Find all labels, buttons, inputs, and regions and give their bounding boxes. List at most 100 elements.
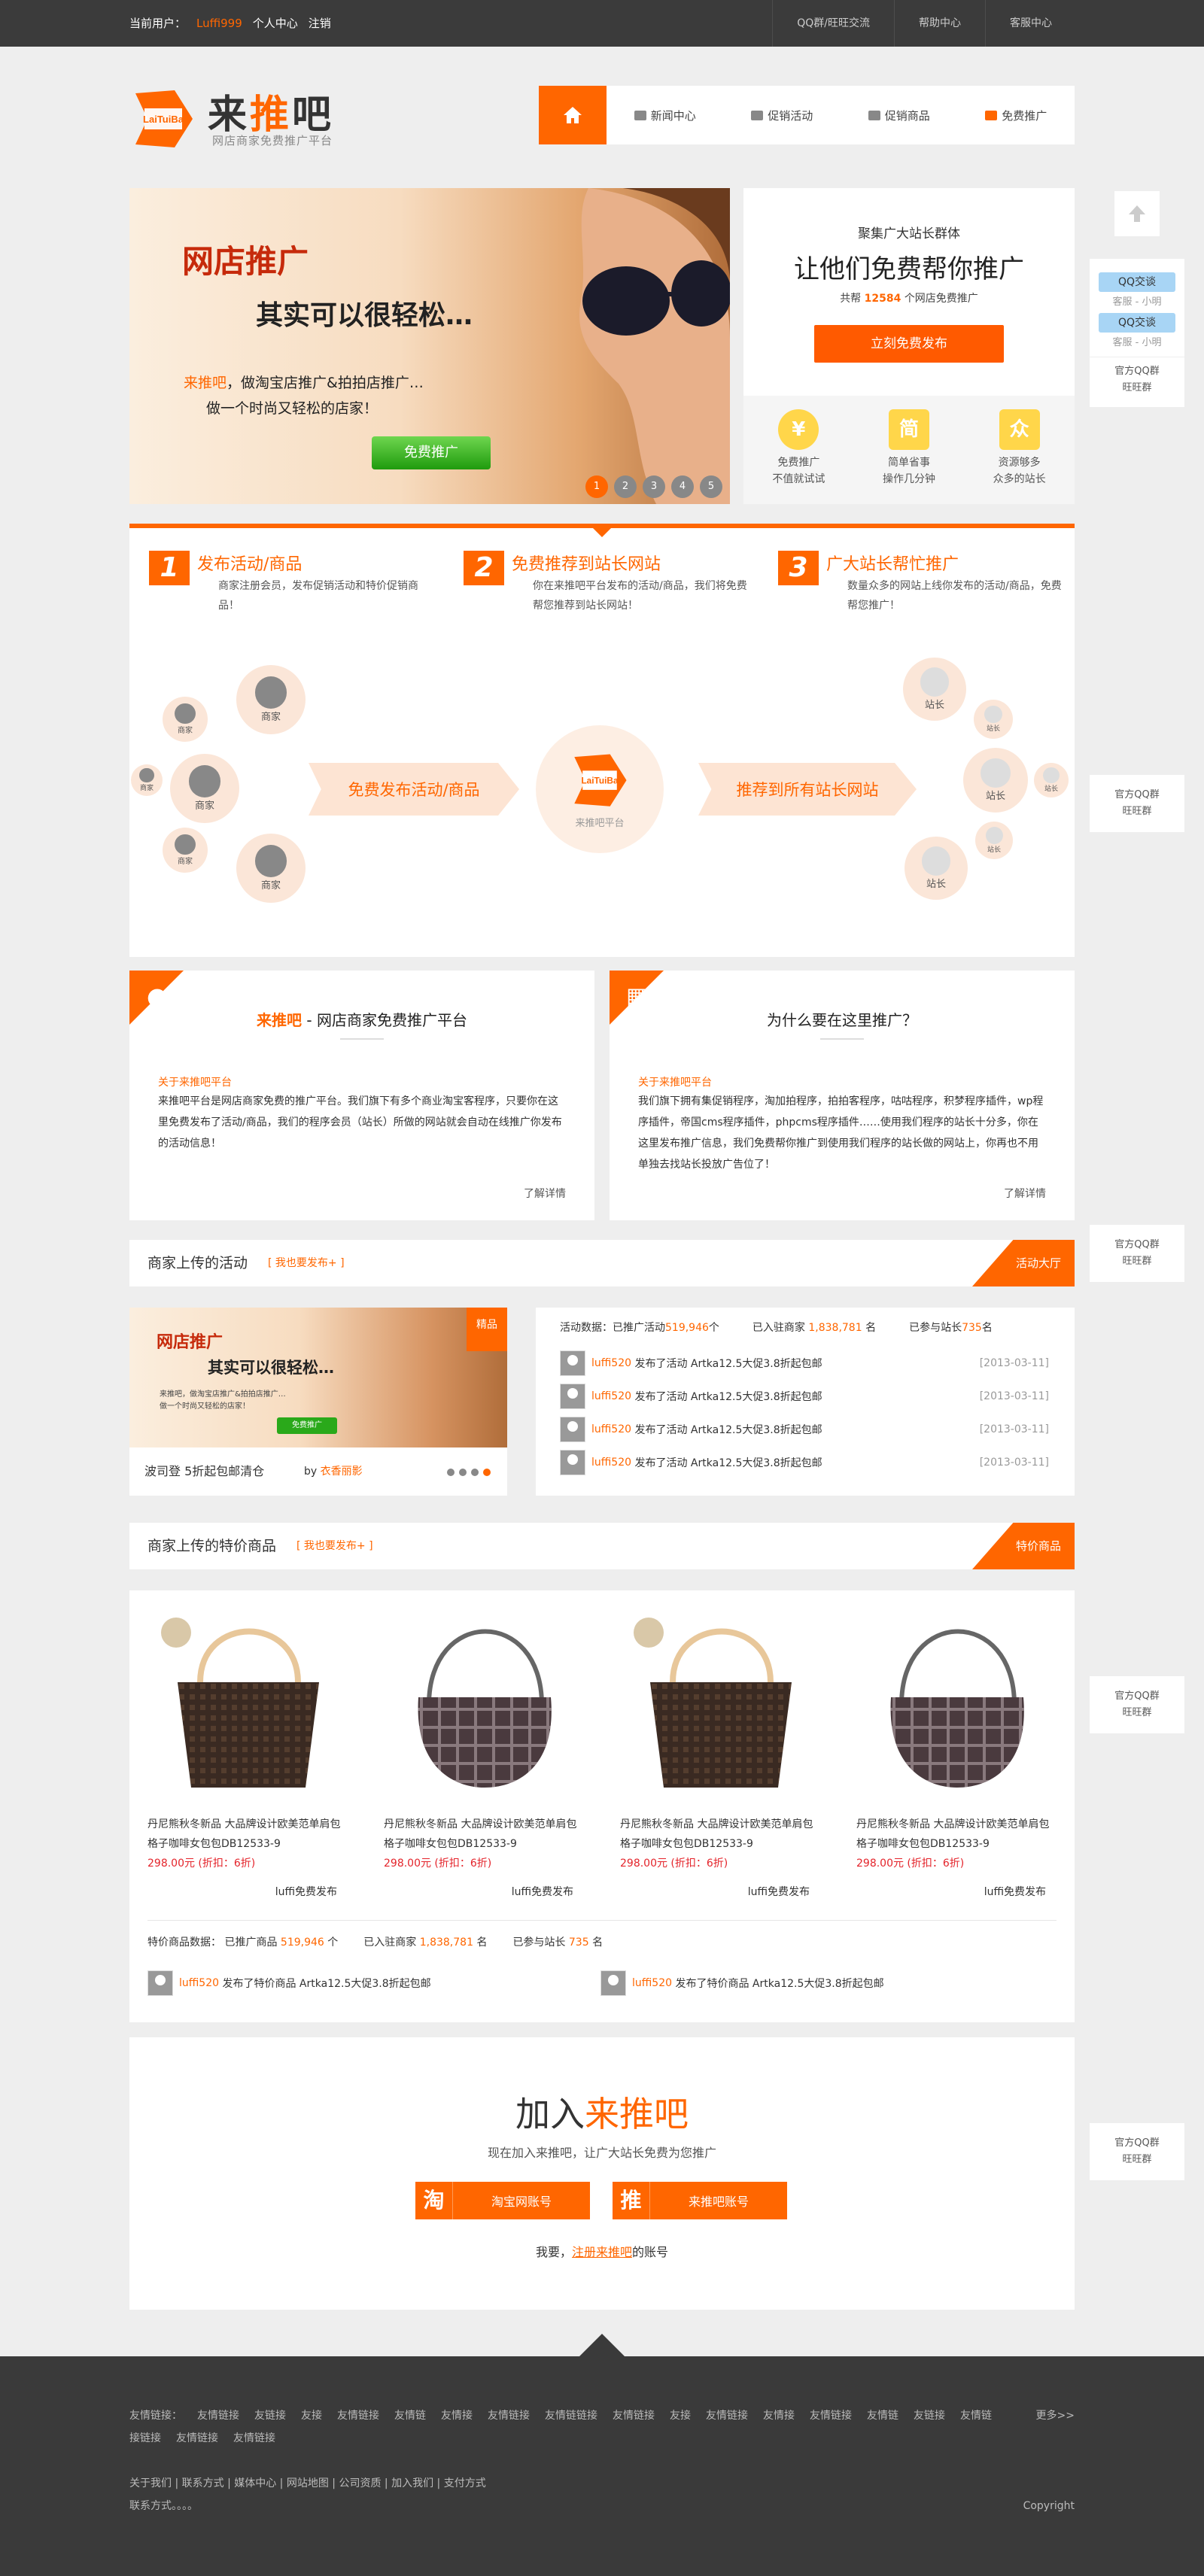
- product-card[interactable]: 丹尼熊秋冬新品 大品牌设计欧美范单肩包格子咖啡女包包DB12533-9 298.…: [620, 1599, 822, 1899]
- banner-page-1[interactable]: 1: [585, 475, 608, 498]
- webmaster-node: 站长: [974, 700, 1013, 739]
- friend-link[interactable]: 友情链接: [233, 2432, 275, 2444]
- back-to-top[interactable]: [1090, 191, 1184, 236]
- logout-link[interactable]: 注销: [309, 0, 331, 47]
- nav-item-products[interactable]: 促销商品: [841, 86, 958, 144]
- product-card[interactable]: 丹尼熊秋冬新品 大品牌设计欧美范单肩包格子咖啡女包包DB12533-9 298.…: [147, 1599, 349, 1899]
- activities-header: 商家上传的活动 [ 我也要发布+ ] 活动大厅: [129, 1240, 1075, 1286]
- activity-caption[interactable]: 波司登 5折起包邮清仓: [144, 1455, 264, 1488]
- promo-count: 共帮 12584 个网店免费推广: [840, 293, 978, 305]
- taobao-icon: 淘: [415, 2182, 453, 2219]
- customer-service-float: QQ交谈 客服 - 小明 QQ交谈 客服 - 小明 官方QQ群 旺旺群: [1090, 259, 1184, 407]
- activities-hall-tab[interactable]: 活动大厅: [972, 1240, 1075, 1286]
- banner-page-5[interactable]: 5: [700, 475, 722, 498]
- activity-row[interactable]: luffi520 发布了活动 Artka12.5大促3.8折起包邮 [2013-0…: [560, 1447, 1049, 1478]
- product-title[interactable]: 丹尼熊秋冬新品 大品牌设计欧美范单肩包格子咖啡女包包DB12533-9: [147, 1815, 349, 1854]
- qq-chat-button-2[interactable]: QQ交谈: [1099, 313, 1175, 333]
- product-activity-row[interactable]: luffi520 发布了特价商品 Artka12.5大促3.8折起包邮: [147, 1968, 431, 1998]
- customer-service-link[interactable]: 客服中心: [985, 0, 1076, 47]
- register-link[interactable]: 注册来推吧: [572, 2245, 632, 2259]
- hero-banner[interactable]: 网店推广 其实可以很轻松… 来推吧，做淘宝店推广&拍拍店推广… 做一个时尚又轻松…: [129, 188, 730, 504]
- friend-link[interactable]: 友情链接: [176, 2432, 218, 2444]
- qq-group-float[interactable]: 官方QQ群 旺旺群: [1090, 2123, 1184, 2180]
- nav-item-promotions[interactable]: 促销活动: [724, 86, 841, 144]
- taobao-login-button[interactable]: 淘淘宝网账号: [415, 2182, 590, 2219]
- banner-page-4[interactable]: 4: [671, 475, 694, 498]
- friend-link[interactable]: 友情链接: [337, 2410, 379, 2422]
- merchant-node: 商家: [131, 764, 163, 796]
- special-products-tab[interactable]: 特价商品: [972, 1523, 1075, 1569]
- copyright: Copyright: [1023, 2500, 1075, 2512]
- why-card-title: 为什么要在这里推广？: [767, 1011, 917, 1029]
- activity-row[interactable]: luffi520 发布了活动 Artka12.5大促3.8折起包邮 [2013-0…: [560, 1381, 1049, 1411]
- friend-link[interactable]: 友情接: [441, 2410, 473, 2422]
- qq-group-float[interactable]: 官方QQ群 旺旺群: [1090, 1225, 1184, 1282]
- qq-group-link[interactable]: 官方QQ群 旺旺群: [1090, 363, 1184, 396]
- banner-page-2[interactable]: 2: [614, 475, 637, 498]
- laituiba-login-button[interactable]: 推来推吧账号: [613, 2182, 787, 2219]
- product-title[interactable]: 丹尼熊秋冬新品 大品牌设计欧美范单肩包格子咖啡女包包DB12533-9: [384, 1815, 585, 1854]
- product-card[interactable]: 丹尼熊秋冬新品 大品牌设计欧美范单肩包格子咖啡女包包DB12533-9 298.…: [856, 1599, 1058, 1899]
- help-center-link[interactable]: 帮助中心: [894, 0, 985, 47]
- product-publisher: luffi免费发布: [747, 1886, 810, 1898]
- friend-link[interactable]: 友情链链接: [545, 2410, 597, 2422]
- qq-chat-button-1[interactable]: QQ交谈: [1099, 272, 1175, 292]
- smiley-icon: [1043, 767, 1060, 784]
- friend-link[interactable]: 友情接: [763, 2410, 795, 2422]
- site-logo[interactable]: LaiTuiBa 来推吧 网店商家免费推广平台: [129, 83, 355, 153]
- qq-group-float[interactable]: 官方QQ群 旺旺群: [1090, 775, 1184, 832]
- username-link[interactable]: Luffi999: [196, 0, 242, 47]
- friend-links-more[interactable]: 更多>>: [1036, 2404, 1075, 2427]
- logo-mark-icon: LaiTuiBa: [574, 753, 627, 807]
- activities-title: 商家上传的活动: [147, 1255, 248, 1271]
- footer-links[interactable]: 关于我们 | 联系方式 | 媒体中心 | 网站地图 | 公司资质 | 加入我们 …: [129, 2472, 486, 2495]
- people-icon: 众: [999, 409, 1040, 450]
- friend-link[interactable]: 友链接: [914, 2410, 945, 2422]
- nav-item-news[interactable]: 新闻中心: [607, 86, 724, 144]
- profile-link[interactable]: 个人中心: [253, 0, 298, 47]
- activity-row[interactable]: luffi520 发布了活动 Artka12.5大促3.8折起包邮 [2013-0…: [560, 1348, 1049, 1378]
- friend-link[interactable]: 友情链: [867, 2410, 898, 2422]
- product-price: 298.00元 (折扣：6折): [384, 1858, 492, 1870]
- publish-free-button[interactable]: 立刻免费发布: [814, 325, 1004, 363]
- main-nav: 新闻中心 促销活动 促销商品 免费推广: [539, 86, 1075, 144]
- friend-link[interactable]: 友情链接: [810, 2410, 852, 2422]
- tote-bag-image: [634, 1618, 792, 1788]
- products-post-link[interactable]: [ 我也要发布+ ]: [296, 1523, 373, 1569]
- qq-group-link[interactable]: QQ群/旺旺交流: [772, 0, 894, 47]
- activity-author: by 衣香丽影: [304, 1466, 363, 1478]
- avatar: [560, 1450, 585, 1475]
- smiley-icon: [985, 827, 1003, 844]
- banner-free-promo-button[interactable]: 免费推广: [372, 436, 491, 469]
- logo-mark-text: LaiTuiBa: [143, 114, 184, 125]
- activity-feature[interactable]: 网店推广 其实可以很轻松… 来推吧，做淘宝店推广&拍拍店推广… 做一个时尚又轻松的…: [129, 1308, 507, 1496]
- qq-group-float[interactable]: 官方QQ群 旺旺群: [1090, 1676, 1184, 1733]
- product-card[interactable]: 丹尼熊秋冬新品 大品牌设计欧美范单肩包格子咖啡女包包DB12533-9 298.…: [384, 1599, 585, 1899]
- friend-link[interactable]: 友链接: [254, 2410, 286, 2422]
- svg-text:LaiTuiBa: LaiTuiBa: [581, 775, 618, 785]
- home-button[interactable]: [539, 86, 607, 144]
- smiley-icon: [920, 667, 950, 697]
- friend-link[interactable]: 友接: [301, 2410, 322, 2422]
- product-title[interactable]: 丹尼熊秋冬新品 大品牌设计欧美范单肩包格子咖啡女包包DB12533-9: [620, 1815, 822, 1854]
- friend-link[interactable]: 友情链接: [613, 2410, 655, 2422]
- banner-pager: 1 2 3 4 5: [585, 475, 722, 498]
- activities-post-link[interactable]: [ 我也要发布+ ]: [268, 1240, 345, 1286]
- nav-item-free-promotion[interactable]: 免费推广: [958, 86, 1075, 144]
- merchant-node: 商家: [236, 834, 306, 903]
- product-activity-row[interactable]: luffi520 发布了特价商品 Artka12.5大促3.8折起包邮: [600, 1968, 884, 1998]
- banner-page-3[interactable]: 3: [643, 475, 665, 498]
- friend-link[interactable]: 友情链接: [197, 2410, 239, 2422]
- webmaster-node: 站长: [903, 658, 966, 721]
- product-title[interactable]: 丹尼熊秋冬新品 大品牌设计欧美范单肩包格子咖啡女包包DB12533-9: [856, 1815, 1058, 1854]
- about-learn-more-link[interactable]: 了解详情: [524, 1186, 566, 1201]
- friend-link[interactable]: 友接: [670, 2410, 691, 2422]
- product-publisher: luffi免费发布: [511, 1886, 573, 1898]
- friend-link[interactable]: 友情链: [394, 2410, 426, 2422]
- friend-link[interactable]: 友情链接: [706, 2410, 748, 2422]
- logo-subtitle: 网店商家免费推广平台: [212, 134, 333, 147]
- friend-link[interactable]: 友情链接: [488, 2410, 530, 2422]
- avatar: [147, 1970, 173, 1996]
- activity-row[interactable]: luffi520 发布了活动 Artka12.5大促3.8折起包邮 [2013-0…: [560, 1414, 1049, 1444]
- why-learn-more-link[interactable]: 了解详情: [1004, 1186, 1046, 1201]
